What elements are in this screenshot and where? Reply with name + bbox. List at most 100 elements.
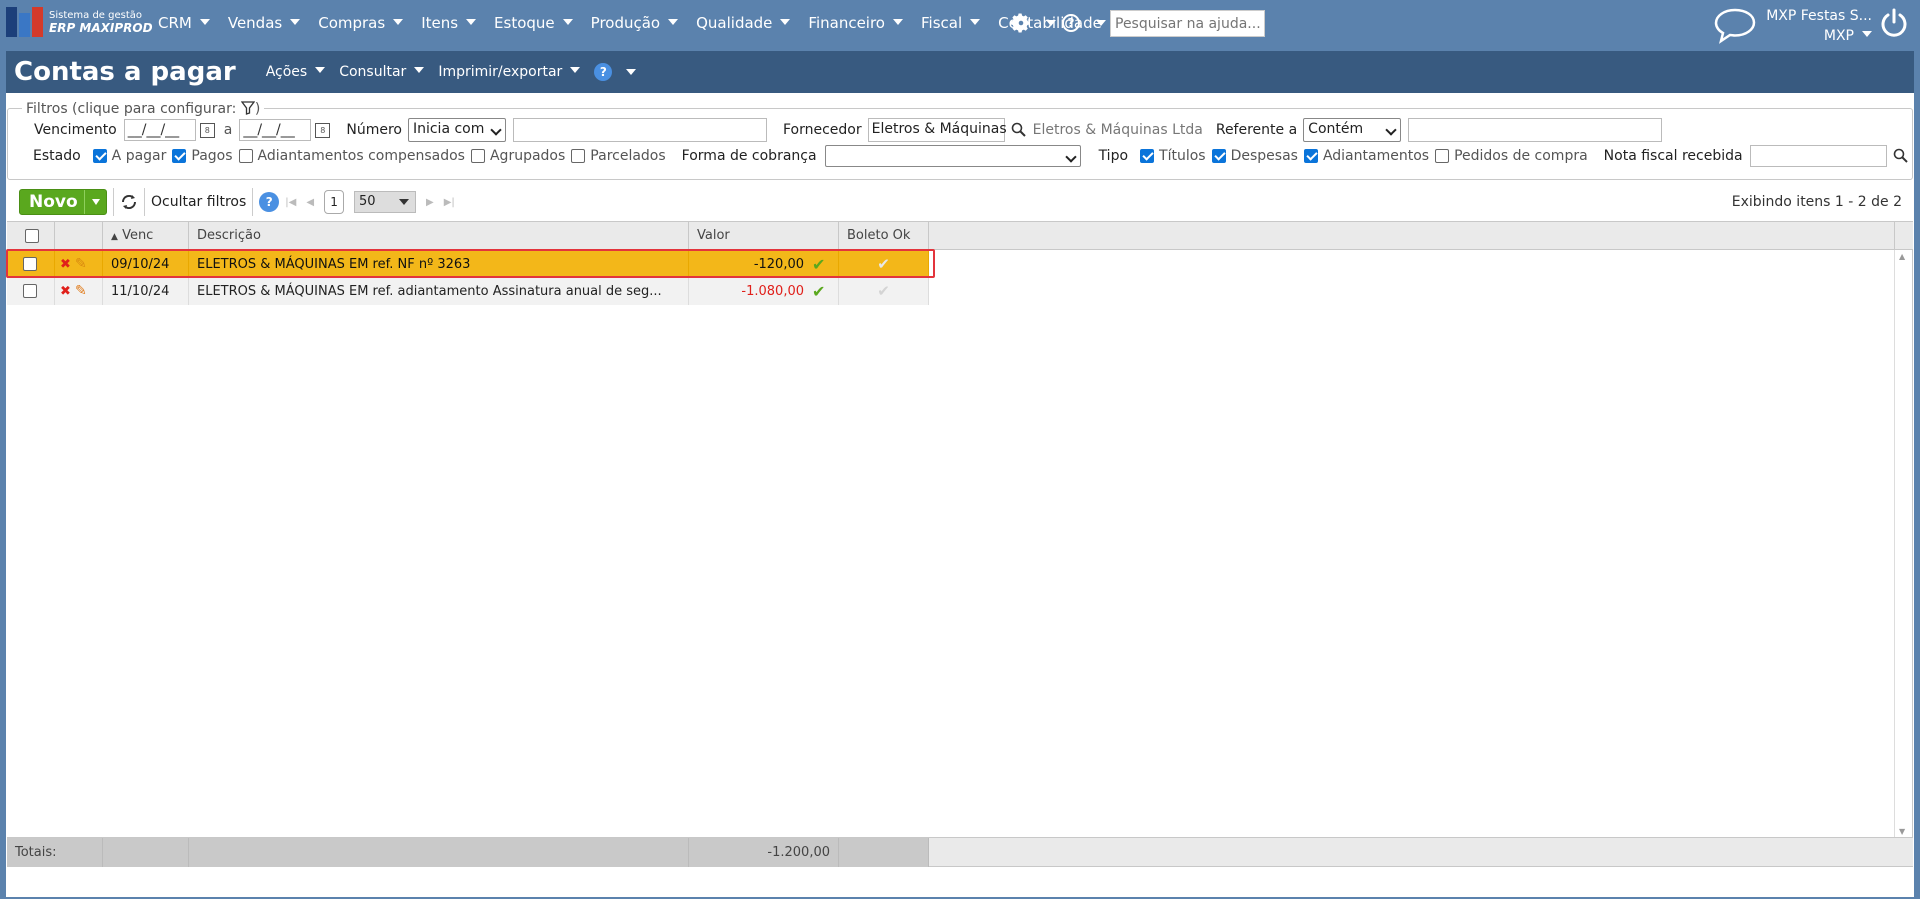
divider: [113, 188, 114, 216]
calendar-icon[interactable]: 8: [315, 122, 331, 138]
imprimir-exportar-menu[interactable]: Imprimir/exportar: [438, 64, 581, 80]
chevron-down-icon: [315, 67, 326, 73]
estado-parcelados-checkbox[interactable]: [571, 149, 586, 163]
tipo-titulos-checkbox[interactable]: [1140, 149, 1155, 163]
referente-mode-select[interactable]: Contém: [1303, 118, 1402, 142]
chevron-down-icon: [570, 67, 581, 73]
chevron-down-icon: [562, 19, 573, 25]
nf-recebida-input[interactable]: [1749, 145, 1887, 167]
delete-icon[interactable]: ✖: [60, 284, 71, 299]
fornecedor-name: Eletros & Máquinas Ltda: [1032, 122, 1203, 138]
scroll-down-icon[interactable]: ▼: [1899, 827, 1905, 836]
power-icon[interactable]: [1880, 8, 1908, 38]
menu-qualidade[interactable]: Qualidade: [696, 14, 791, 32]
page-number-input[interactable]: 1: [324, 190, 345, 214]
gear-icon[interactable]: [1010, 12, 1032, 34]
logo[interactable]: Sistema de gestão ERP MAXIPROD: [6, 7, 153, 37]
last-page-icon[interactable]: ▶|: [444, 197, 455, 208]
chevron-down-icon: [780, 19, 791, 25]
novo-button[interactable]: Novo: [19, 189, 107, 215]
help-icon[interactable]: ?: [594, 63, 613, 81]
dropdown-arrow-icon[interactable]: [84, 190, 106, 214]
estado-a-pagar-checkbox[interactable]: [92, 149, 107, 163]
vencimento-to-field[interactable]: __/__/__: [239, 119, 312, 141]
chevron-down-icon: [970, 19, 981, 25]
chevron-down-icon[interactable]: [626, 69, 637, 75]
help-icon[interactable]: ?: [259, 192, 280, 212]
select-all-checkbox[interactable]: [25, 229, 39, 243]
header-venc[interactable]: ▲ Venc: [103, 222, 189, 250]
filter-icon[interactable]: [240, 101, 256, 115]
numero-label: Número: [346, 122, 402, 138]
help-icon[interactable]: ?: [1062, 14, 1080, 32]
page-title: Contas a pagar: [14, 57, 236, 87]
chevron-down-icon: [490, 124, 502, 136]
first-page-icon[interactable]: |◀: [285, 197, 296, 208]
nf-recebida-label: Nota fiscal recebida: [1603, 148, 1743, 164]
user-menu[interactable]: MXP Festas S... MXP: [1766, 6, 1872, 46]
estado-pagos-checkbox[interactable]: [172, 149, 187, 163]
vertical-scrollbar[interactable]: ▲ ▼: [1894, 250, 1912, 838]
chat-icon[interactable]: [1712, 6, 1758, 46]
help-search-input[interactable]: [1110, 10, 1265, 37]
forma-cobranca-label: Forma de cobrança: [681, 148, 817, 164]
menu-financeiro[interactable]: Financeiro: [808, 14, 903, 32]
data-grid: ▲ Venc Descrição Valor Boleto Ok ✖ ✎ 09/…: [7, 221, 1913, 867]
page-size-select[interactable]: 50: [354, 191, 417, 213]
numero-input[interactable]: [512, 118, 767, 142]
cell-descricao: ELETROS & MÁQUINAS EM ref. adiantamento …: [189, 278, 689, 305]
chevron-down-icon: [466, 19, 477, 25]
header-valor[interactable]: Valor: [689, 222, 839, 250]
chevron-down-icon: [199, 19, 210, 25]
row-checkbox[interactable]: [23, 284, 37, 298]
numero-mode-select[interactable]: Inicia com: [407, 118, 506, 142]
tipo-despesas-checkbox[interactable]: [1211, 149, 1226, 163]
main-menu: CRM Vendas Compras Itens Estoque Produçã…: [158, 14, 1138, 32]
estado-agrupados-checkbox[interactable]: [470, 149, 485, 163]
chevron-down-icon: [893, 19, 903, 25]
calendar-icon[interactable]: 8: [199, 122, 215, 138]
referente-input[interactable]: [1408, 118, 1663, 142]
menu-crm[interactable]: CRM: [158, 14, 210, 32]
forma-cobranca-select[interactable]: [824, 145, 1081, 167]
chevron-down-icon[interactable]: [1046, 20, 1056, 26]
vencimento-label: Vencimento: [34, 122, 117, 138]
menu-estoque[interactable]: Estoque: [494, 14, 573, 32]
fornecedor-input[interactable]: Eletros & Máquinas: [867, 118, 1007, 142]
menu-itens[interactable]: Itens: [421, 14, 477, 32]
company-name: MXP Festas S...: [1766, 8, 1872, 24]
header-descricao[interactable]: Descrição: [189, 222, 689, 250]
chevron-down-icon: [1862, 31, 1872, 37]
items-count: Exibindo itens 1 - 2 de 2: [1731, 194, 1902, 210]
chevron-down-icon: [1385, 124, 1397, 136]
tipo-pedidos-compra-checkbox[interactable]: [1435, 149, 1450, 163]
search-icon[interactable]: [1893, 148, 1909, 164]
menu-compras[interactable]: Compras: [318, 14, 404, 32]
menu-vendas[interactable]: Vendas: [228, 14, 301, 32]
vencimento-from-field[interactable]: __/__/__: [123, 119, 196, 141]
estado-adiantamentos-checkbox[interactable]: [238, 149, 253, 163]
prev-page-icon[interactable]: ◀: [306, 197, 314, 208]
scroll-up-icon[interactable]: ▲: [1899, 252, 1905, 261]
search-icon[interactable]: [1011, 122, 1027, 138]
ocultar-filtros-button[interactable]: Ocultar filtros: [151, 194, 246, 210]
pager: |◀ ◀ 1 50 ▶ ▶|: [285, 190, 455, 214]
table-row[interactable]: ✖ ✎ 11/10/24 ELETROS & MÁQUINAS EM ref. …: [7, 278, 929, 305]
filters-legend[interactable]: Filtros (clique para configurar: ): [22, 101, 265, 117]
next-page-icon[interactable]: ▶: [426, 197, 434, 208]
totals-row: Totais: -1.200,00: [7, 837, 1913, 867]
menu-fiscal[interactable]: Fiscal: [921, 14, 981, 32]
logo-line2: ERP MAXIPROD: [49, 21, 153, 35]
chevron-down-icon[interactable]: [1096, 20, 1106, 26]
edit-icon[interactable]: ✎: [75, 283, 87, 299]
tipo-adiantamentos-checkbox[interactable]: [1303, 149, 1318, 163]
chevron-down-icon: [668, 19, 679, 25]
boleto-check-icon[interactable]: ✔: [839, 278, 929, 305]
refresh-icon[interactable]: [120, 194, 138, 210]
consultar-menu[interactable]: Consultar: [339, 64, 425, 80]
menu-producao[interactable]: Produção: [591, 14, 679, 32]
tipo-label: Tipo: [1098, 148, 1129, 164]
header-boleto-ok[interactable]: Boleto Ok: [839, 222, 929, 250]
acoes-menu[interactable]: Ações: [266, 64, 326, 80]
sort-asc-icon: ▲: [111, 232, 118, 242]
